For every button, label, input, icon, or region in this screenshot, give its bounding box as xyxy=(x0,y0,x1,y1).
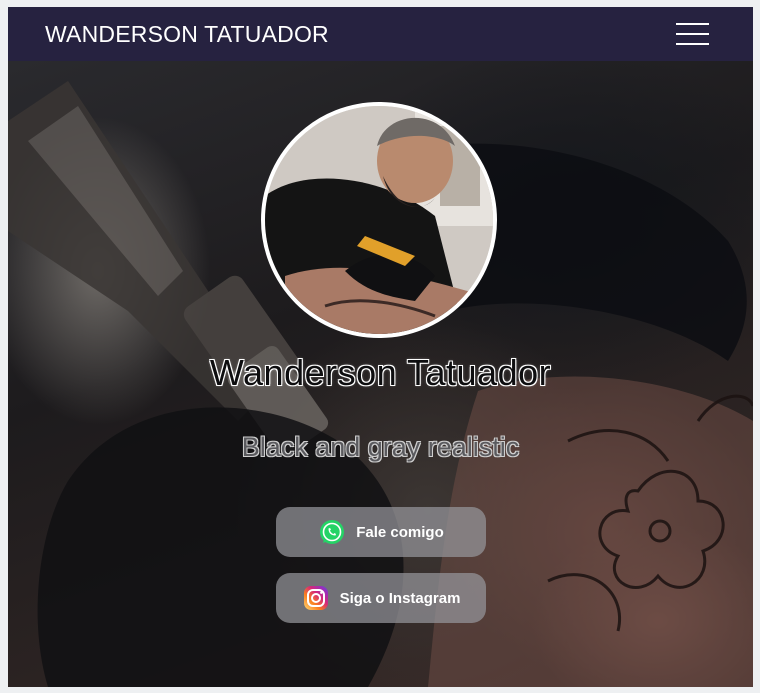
profile-name: Wanderson Tatuador xyxy=(209,352,552,393)
avatar xyxy=(261,102,497,338)
profile-tagline: Black and gray realistic xyxy=(241,432,520,462)
brand-title[interactable]: WANDERSON TATUADOR xyxy=(45,21,329,48)
page-frame: WANDERSON TATUADOR Wanderson Tatuador Bl… xyxy=(8,7,753,687)
top-navbar: WANDERSON TATUADOR xyxy=(8,7,753,61)
whatsapp-button-label: Fale comigo xyxy=(356,523,444,541)
hero-background: Wanderson Tatuador Black and gray realis… xyxy=(8,61,753,687)
instagram-follow-button[interactable]: Siga o Instagram xyxy=(276,573,486,623)
instagram-button-label: Siga o Instagram xyxy=(339,589,461,607)
whatsapp-icon xyxy=(318,518,346,546)
whatsapp-contact-button[interactable]: Fale comigo xyxy=(276,507,486,557)
instagram-icon xyxy=(302,584,330,612)
hamburger-menu-icon[interactable] xyxy=(676,23,709,45)
